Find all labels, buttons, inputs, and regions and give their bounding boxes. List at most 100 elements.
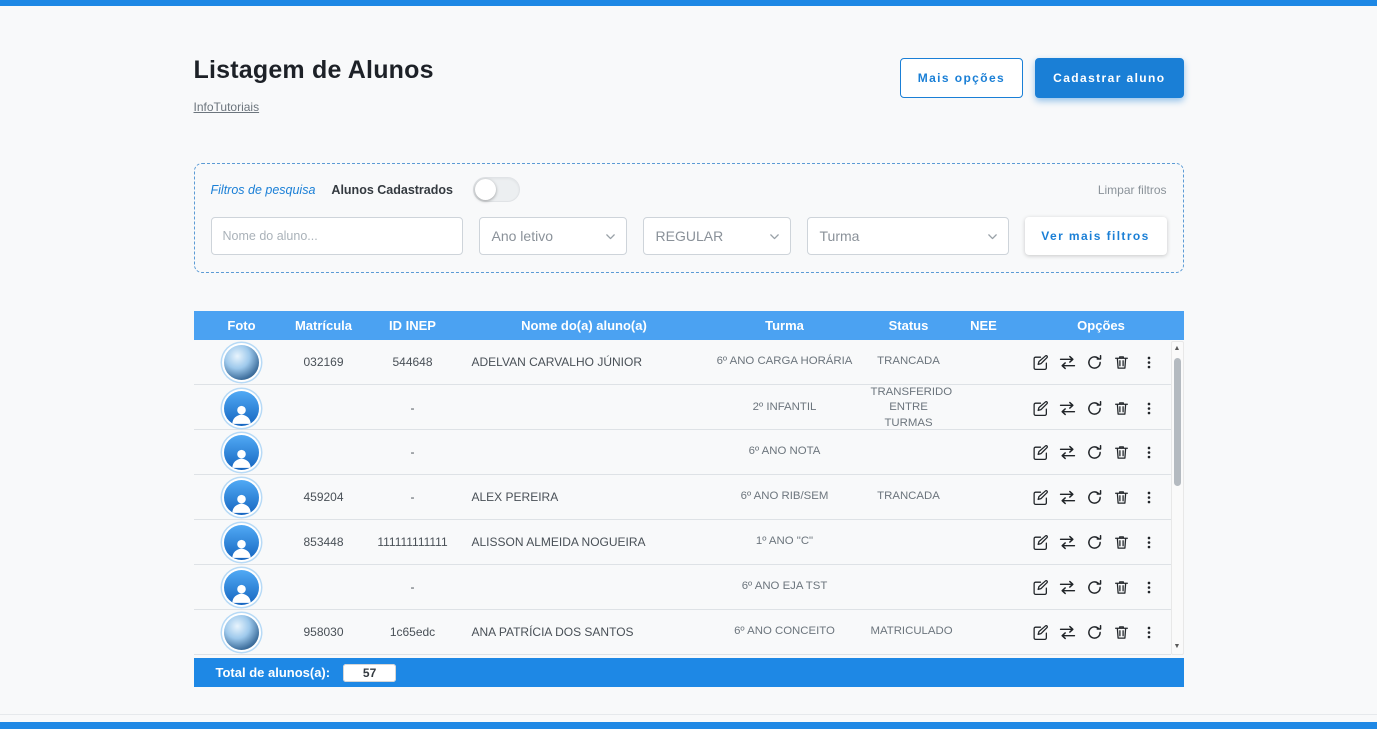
transfer-icon[interactable]	[1059, 578, 1077, 596]
edit-icon[interactable]	[1032, 353, 1050, 371]
edit-icon[interactable]	[1032, 578, 1050, 596]
edit-icon[interactable]	[1032, 443, 1050, 461]
refresh-icon[interactable]	[1086, 488, 1104, 506]
cell-foto	[194, 614, 290, 650]
more-actions-icon[interactable]	[1140, 578, 1158, 596]
student-name-input[interactable]	[210, 217, 463, 255]
school-year-select[interactable]: Ano letivo	[478, 217, 627, 255]
more-actions-icon[interactable]	[1140, 623, 1158, 641]
cell-opcoes	[1019, 623, 1171, 641]
person-icon	[232, 584, 251, 603]
transfer-icon[interactable]	[1059, 353, 1077, 371]
filters-legend: Filtros de pesquisa	[210, 182, 316, 197]
person-icon	[232, 405, 251, 424]
scrollbar-thumb[interactable]	[1173, 358, 1181, 486]
delete-icon[interactable]	[1113, 533, 1131, 551]
table-row: - 2º INFANTIL TRANSFERIDO ENTRE TURMAS	[193, 385, 1171, 430]
cell-turma: 2º INFANTIL	[752, 401, 817, 414]
cell-turma: 6º ANO NOTA	[748, 445, 821, 458]
students-table: Foto Matrícula ID INEP Nome do(a) aluno(…	[193, 311, 1184, 687]
scrollbar-up-icon[interactable]: ▲	[1174, 342, 1181, 356]
refresh-icon[interactable]	[1086, 399, 1104, 417]
cell-matricula: 853448	[303, 534, 344, 549]
modality-select[interactable]: REGULAR	[642, 217, 791, 255]
transfer-icon[interactable]	[1059, 623, 1077, 641]
cell-matricula: 958030	[303, 624, 344, 639]
student-avatar[interactable]	[224, 524, 259, 560]
column-header-matricula: Matrícula	[294, 318, 353, 333]
delete-icon[interactable]	[1113, 399, 1131, 417]
column-header-turma: Turma	[765, 318, 804, 333]
scrollbar-track[interactable]	[1172, 356, 1183, 640]
more-actions-icon[interactable]	[1140, 533, 1158, 551]
refresh-icon[interactable]	[1086, 623, 1104, 641]
cell-opcoes	[1019, 443, 1171, 461]
transfer-icon[interactable]	[1059, 443, 1077, 461]
cell-turma: 6º ANO CARGA HORÁRIA	[716, 355, 853, 368]
cell-nome: ALISSON ALMEIDA NOGUEIRA	[471, 534, 646, 549]
more-actions-icon[interactable]	[1140, 399, 1158, 417]
more-options-button[interactable]: Mais opções	[899, 58, 1024, 98]
delete-icon[interactable]	[1113, 578, 1131, 596]
student-photo[interactable]	[224, 614, 259, 650]
transfer-icon[interactable]	[1059, 488, 1077, 506]
transfer-icon[interactable]	[1059, 533, 1077, 551]
delete-icon[interactable]	[1113, 443, 1131, 461]
refresh-icon[interactable]	[1086, 533, 1104, 551]
refresh-icon[interactable]	[1086, 443, 1104, 461]
edit-icon[interactable]	[1032, 399, 1050, 417]
info-tutorials-link[interactable]: InfoTutoriais	[194, 100, 260, 114]
scrollbar-down-icon[interactable]: ▼	[1174, 640, 1181, 654]
cell-turma: 6º ANO RIB/SEM	[740, 490, 829, 503]
more-actions-icon[interactable]	[1140, 353, 1158, 371]
chevron-down-icon	[605, 233, 615, 239]
cell-opcoes	[1019, 578, 1171, 596]
student-avatar[interactable]	[224, 390, 259, 426]
cell-matricula: 032169	[303, 354, 344, 369]
register-student-button[interactable]: Cadastrar aluno	[1035, 58, 1184, 98]
header-actions: Mais opções Cadastrar aluno	[899, 58, 1184, 98]
edit-icon[interactable]	[1032, 533, 1050, 551]
cell-id-inep: 1c65edc	[389, 624, 436, 639]
cell-id-inep: -	[410, 579, 415, 594]
transfer-icon[interactable]	[1059, 399, 1077, 417]
student-avatar[interactable]	[224, 479, 259, 515]
column-header-nome: Nome do(a) aluno(a)	[521, 318, 647, 333]
edit-icon[interactable]	[1032, 488, 1050, 506]
cell-matricula: 459204	[303, 489, 344, 504]
cell-foto	[194, 344, 290, 380]
student-avatar[interactable]	[224, 569, 259, 605]
cell-foto	[194, 524, 290, 560]
column-header-id-inep: ID INEP	[389, 318, 436, 333]
column-header-foto: Foto	[227, 318, 256, 333]
clear-filters-link[interactable]: Limpar filtros	[1098, 183, 1167, 197]
column-header-status: Status	[888, 318, 929, 333]
refresh-icon[interactable]	[1086, 353, 1104, 371]
table-scrollbar[interactable]: ▲ ▼	[1170, 341, 1184, 655]
delete-icon[interactable]	[1113, 488, 1131, 506]
page-header: Listagem de Alunos InfoTutoriais Mais op…	[194, 56, 1184, 116]
chevron-down-icon	[769, 233, 779, 239]
cell-turma: 6º ANO CONCEITO	[734, 625, 835, 638]
cell-foto	[194, 434, 290, 470]
more-actions-icon[interactable]	[1140, 443, 1158, 461]
total-students-value: 57	[343, 663, 397, 682]
cell-foto	[194, 479, 290, 515]
cell-opcoes	[1019, 399, 1171, 417]
cell-opcoes	[1019, 533, 1171, 551]
school-year-value: Ano letivo	[491, 228, 553, 244]
person-icon	[232, 449, 251, 468]
cell-status: TRANCADA	[877, 355, 940, 368]
more-filters-button[interactable]: Ver mais filtros	[1024, 217, 1167, 255]
more-actions-icon[interactable]	[1140, 488, 1158, 506]
delete-icon[interactable]	[1113, 623, 1131, 641]
toggle-knob	[474, 179, 496, 200]
class-select[interactable]: Turma	[806, 217, 1009, 255]
table-row: 853448 111111111111 ALISSON ALMEIDA NOGU…	[193, 520, 1171, 565]
registered-students-toggle[interactable]	[472, 177, 520, 202]
refresh-icon[interactable]	[1086, 578, 1104, 596]
student-photo[interactable]	[224, 344, 259, 380]
delete-icon[interactable]	[1113, 353, 1131, 371]
edit-icon[interactable]	[1032, 623, 1050, 641]
student-avatar[interactable]	[224, 434, 259, 470]
